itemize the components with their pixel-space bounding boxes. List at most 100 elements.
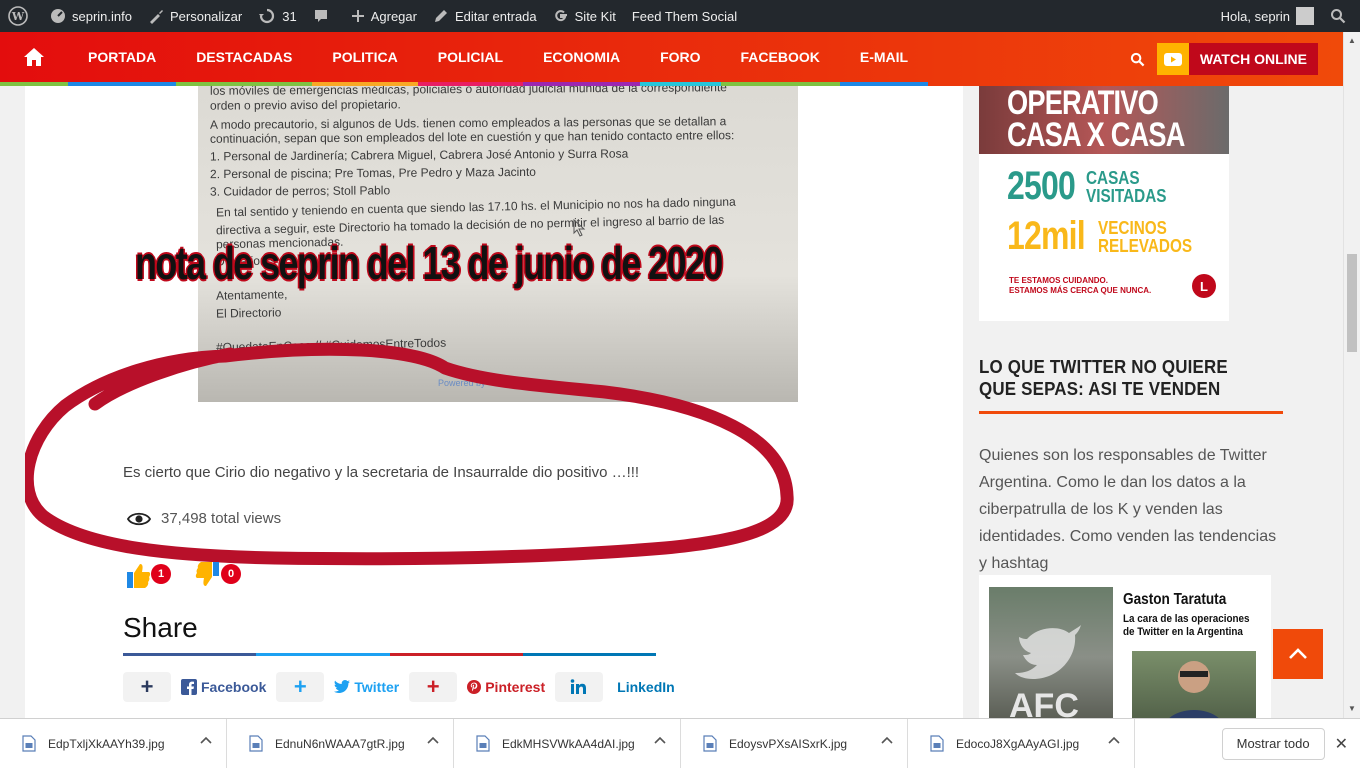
promo-banner[interactable]: OPERATIVO CASA X CASA 2500 CASAS VISITADA… <box>979 86 1229 321</box>
watermark-text: Powered by <box>438 378 486 388</box>
promo-footer-line2: ESTAMOS MÁS CERCA QUE NUNCA. <box>1009 286 1152 295</box>
widget-image-sub-line1: La cara de las operaciones <box>1123 613 1250 625</box>
share-more-pinterest-button[interactable]: + <box>409 672 458 702</box>
download-item[interactable]: EdpTxljXkAAYh39.jpg <box>0 718 227 768</box>
note-line: 1. Personal de Jardinería; Cabrera Migue… <box>209 146 629 164</box>
share-bar-segment <box>389 653 523 656</box>
download-item[interactable]: EdoysvPXsAISxrK.jpg <box>681 718 908 768</box>
like-button[interactable]: 1 <box>123 560 171 590</box>
promo-stat2-line1: VECINOS <box>1098 217 1168 238</box>
note-line: 3. Cuidador de perros; Stoll Pablo <box>209 183 391 199</box>
nav-item-politica[interactable]: POLITICA <box>312 32 418 86</box>
show-all-downloads-button[interactable]: Mostrar todo <box>1221 727 1325 760</box>
post-content: los móviles de emergencias médicas, poli… <box>25 86 963 718</box>
chevron-up-icon[interactable] <box>881 736 893 744</box>
admin-site-link[interactable]: seprin.info <box>42 0 140 32</box>
share-bar-segment <box>522 653 656 656</box>
promo-stat2-text: VECINOS RELEVADOS <box>1098 219 1192 255</box>
dislike-button[interactable]: 0 <box>193 560 241 590</box>
svg-text:AFC: AFC <box>1009 687 1079 718</box>
nav-item-economia[interactable]: ECONOMIA <box>523 32 641 86</box>
share-pinterest-button[interactable]: Pinterest <box>457 679 555 695</box>
widget-image[interactable]: AFC Gaston Taratuta La cara de las opera… <box>979 575 1271 718</box>
admin-customize-link[interactable]: Personalizar <box>140 0 250 32</box>
share-facebook-button[interactable]: Facebook <box>171 679 276 695</box>
search-icon <box>1131 52 1145 66</box>
nav-item-policial[interactable]: POLICIAL <box>417 32 524 86</box>
share-bar-segment <box>123 653 257 656</box>
download-item[interactable]: EdnuN6nWAAA7gtR.jpg <box>227 718 454 768</box>
admin-sitekit-link[interactable]: Site Kit <box>545 0 624 32</box>
admin-comments-link[interactable] <box>305 0 343 32</box>
admin-sitekit-label: Site Kit <box>574 8 616 24</box>
admin-account-link[interactable]: Hola, seprin <box>1213 0 1322 32</box>
widget-divider <box>979 411 1283 414</box>
admin-feed-link[interactable]: Feed Them Social <box>624 0 745 32</box>
page-scrollbar[interactable]: ▲ ▼ <box>1343 32 1360 718</box>
back-to-top-button[interactable] <box>1273 629 1323 679</box>
download-file-name: EdocoJ8XgAAyAGI.jpg <box>956 736 1080 751</box>
promo-photo: OPERATIVO CASA X CASA <box>979 86 1229 154</box>
note-overlay-title: nota de seprin del 13 de junio de 2020 <box>135 237 723 289</box>
share-linkedin-label: LinkedIn <box>617 679 675 695</box>
admin-edit-link[interactable]: Editar entrada <box>425 0 545 32</box>
note-line: continuación, sepan que son empleados de… <box>209 128 735 146</box>
municipality-logo-icon: L <box>1192 274 1216 298</box>
sidebar: OPERATIVO CASA X CASA 2500 CASAS VISITADA… <box>963 86 1298 718</box>
admin-add-link[interactable]: Agregar <box>343 0 425 32</box>
nav-item-portada[interactable]: PORTADA <box>68 32 177 86</box>
thumbs-down-icon <box>195 562 219 586</box>
file-image-icon <box>22 735 36 752</box>
share-linkedin-button[interactable]: LinkedIn <box>555 672 685 702</box>
nav-item-e-mail[interactable]: E-MAIL <box>839 32 929 86</box>
share-more-twitter-button[interactable]: + <box>276 672 325 702</box>
share-twitter-button[interactable]: Twitter <box>324 679 409 695</box>
note-line: 2. Personal de piscina; Pre Tomas, Pre P… <box>209 164 536 182</box>
main-navigation: PORTADA DESTACADAS POLITICA POLICIAL ECONOMI… <box>0 32 1343 86</box>
download-item[interactable]: EdocoJ8XgAAyAGI.jpg <box>908 718 1135 768</box>
close-download-shelf-icon[interactable]: ✕ <box>1335 734 1348 754</box>
admin-updates-link[interactable]: 31 <box>250 0 304 32</box>
twitter-bird-icon: AFC <box>1009 625 1081 718</box>
widget-title: LO QUE TWITTER NO QUIERE QUE SEPAS: ASI … <box>979 357 1228 399</box>
post-text: Es cierto que Cirio dio negativo y la se… <box>123 464 640 481</box>
person-photo <box>1132 651 1256 718</box>
watch-online-button[interactable]: WATCH ONLINE <box>1188 43 1318 75</box>
scroll-up-arrow-icon[interactable]: ▲ <box>1348 36 1356 45</box>
chevron-up-icon[interactable] <box>1108 736 1120 744</box>
twitter-icon <box>334 680 351 694</box>
youtube-button[interactable] <box>1156 43 1189 75</box>
promo-stat2-number: 12mil <box>1007 214 1086 258</box>
download-file-name: EdpTxljXkAAYh39.jpg <box>48 736 165 751</box>
cursor-icon <box>573 219 586 237</box>
scroll-down-arrow-icon[interactable]: ▼ <box>1348 704 1356 713</box>
file-image-icon <box>476 735 490 752</box>
download-shelf: EdpTxljXkAAYh39.jpg EdnuN6nWAAA7gtR.jpg Ed… <box>0 718 1360 768</box>
nav-item-destacadas[interactable]: DESTACADAS <box>176 32 313 86</box>
chevron-up-icon[interactable] <box>200 736 212 744</box>
dislike-count-badge: 0 <box>221 564 241 584</box>
wp-admin-bar: W seprin.info Personalizar 31 Agregar Ed… <box>0 0 1360 32</box>
home-button[interactable] <box>0 32 68 86</box>
pencil-icon <box>434 10 447 22</box>
chevron-up-icon[interactable] <box>427 736 439 744</box>
wordpress-logo-icon[interactable]: W <box>0 0 42 32</box>
share-twitter-label: Twitter <box>354 679 400 695</box>
promo-stat1-text: CASAS VISITADAS <box>1086 169 1166 205</box>
nav-item-facebook[interactable]: FACEBOOK <box>720 32 840 86</box>
nav-search-button[interactable] <box>1121 42 1155 76</box>
chevron-up-icon[interactable] <box>654 736 666 744</box>
widget-image-subtitle: La cara de las operaciones de Twitter en … <box>1123 613 1250 639</box>
admin-greeting: Hola, seprin <box>1220 8 1290 24</box>
nav-item-foro[interactable]: FORO <box>640 32 721 86</box>
promo-line2: CASA X CASA <box>1007 116 1185 154</box>
share-more-facebook-button[interactable]: + <box>123 672 171 702</box>
dashboard-icon <box>51 9 65 23</box>
like-count-badge: 1 <box>151 564 171 584</box>
admin-search-button[interactable] <box>1322 0 1360 32</box>
promo-stat1-line1: CASAS <box>1085 167 1140 188</box>
admin-customize-label: Personalizar <box>169 8 243 24</box>
comment-icon <box>314 10 327 22</box>
scrollbar-thumb[interactable] <box>1347 254 1357 352</box>
download-item[interactable]: EdkMHSVWkAA4dAI.jpg <box>454 718 681 768</box>
